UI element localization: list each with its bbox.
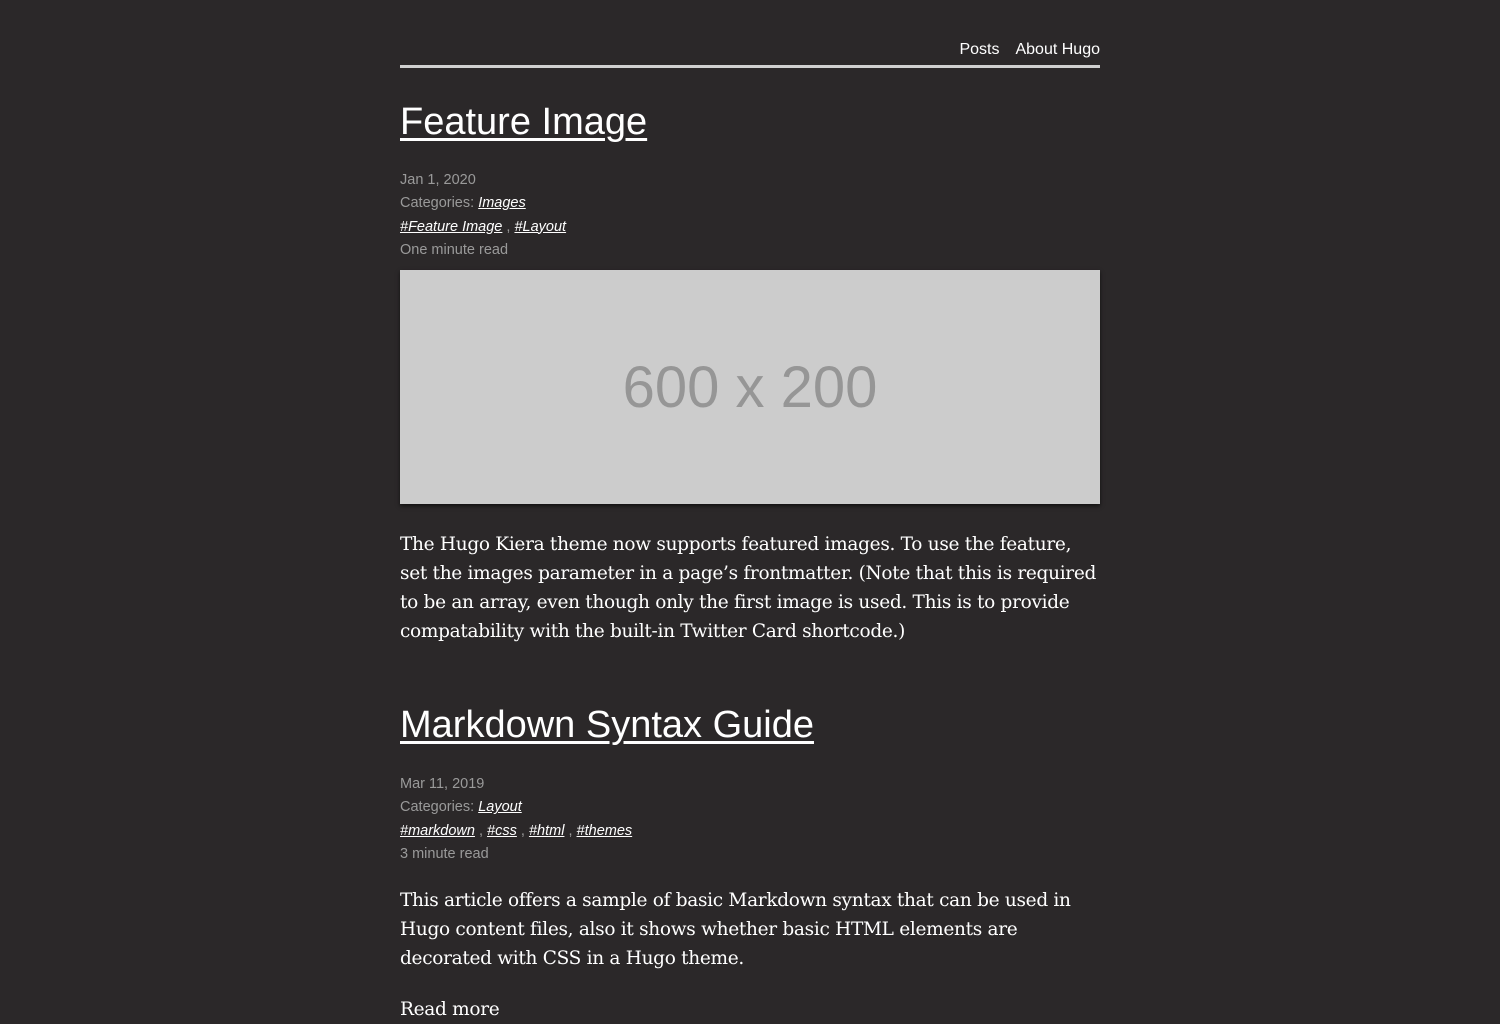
post-meta: Mar 11, 2019 Categories: Layout #markdow… — [400, 773, 1100, 866]
post-meta: Jan 1, 2020 Categories: Images #Feature … — [400, 169, 1100, 262]
post-summary: This article offers a sample of basic Ma… — [400, 890, 1071, 970]
tag-separator: , — [520, 822, 525, 839]
category-link[interactable]: Images — [478, 195, 526, 211]
page-container: Posts About Hugo Feature Image Jan 1, 20… — [400, 0, 1100, 1020]
post-date: Mar 11, 2019 — [400, 776, 485, 792]
tag-link[interactable]: #markdown — [400, 823, 475, 839]
tag-link[interactable]: #html — [529, 823, 564, 839]
post-feature-image: Feature Image Jan 1, 2020 Categories: Im… — [400, 100, 1100, 665]
tag-separator: , — [506, 218, 511, 235]
image-placeholder-text: 600 x 200 — [622, 354, 878, 420]
tag-separator: , — [568, 822, 573, 839]
tag-link[interactable]: #themes — [577, 823, 633, 839]
post-summary: The Hugo Kiera theme now supports featur… — [400, 534, 1097, 643]
tag-link[interactable]: #Feature Image — [400, 219, 502, 235]
category-link[interactable]: Layout — [478, 799, 522, 815]
tag-link[interactable]: #Layout — [514, 219, 566, 235]
top-nav: Posts About Hugo — [400, 0, 1100, 68]
categories-label: Categories: — [400, 195, 475, 212]
categories-label: Categories: — [400, 799, 475, 816]
post-title[interactable]: Feature Image — [400, 100, 1100, 144]
tag-separator: , — [478, 822, 484, 839]
read-time: 3 minute read — [400, 845, 489, 862]
post-date: Jan 1, 2020 — [400, 172, 476, 188]
post-markdown-syntax-guide: Markdown Syntax Guide Mar 11, 2019 Categ… — [400, 703, 1100, 1024]
nav-posts[interactable]: Posts — [959, 41, 999, 59]
feature-image-placeholder: 600 x 200 — [400, 270, 1100, 505]
read-time: One minute read — [400, 241, 509, 258]
read-more-link[interactable]: Read more — [400, 999, 500, 1020]
nav-about-hugo[interactable]: About Hugo — [1015, 41, 1100, 59]
tag-link[interactable]: #css — [487, 823, 517, 839]
post-title[interactable]: Markdown Syntax Guide — [400, 703, 1100, 747]
